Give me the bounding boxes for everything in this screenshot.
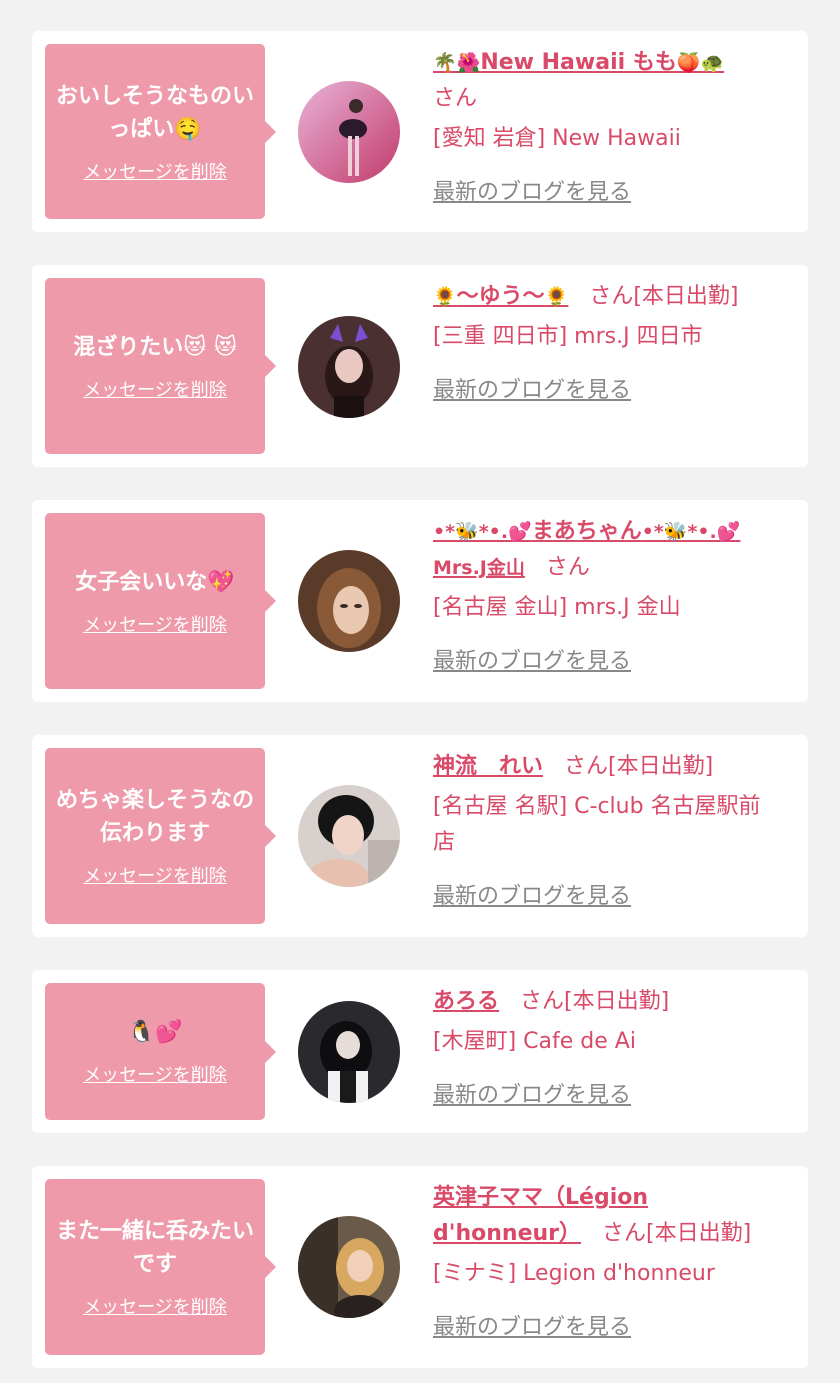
sender-info: 🌴🌺New Hawaii もも🍑🐢 さん [愛知 岩倉] New Hawaii … — [433, 45, 778, 211]
sender-name-link[interactable]: 🌴🌺New Hawaii もも🍑🐢 — [433, 50, 724, 75]
delete-message-button[interactable]: メッセージを削除 — [83, 376, 227, 402]
sender-info: あろる さん[本日出勤] [木屋町] Cafe de Ai 最新のブログを見る — [433, 984, 778, 1114]
message-card: おいしそうなものいっぱい🤤 メッセージを削除 🌴🌺New Hawaii もも🍑🐢… — [32, 31, 808, 232]
avatar[interactable] — [298, 81, 400, 183]
message-text: 混ざりたい😻 😻 — [73, 334, 237, 360]
sender-status: さん — [433, 86, 478, 111]
sender-status: さん[本日出勤] — [589, 284, 739, 309]
message-bubble: また一緒に呑みたいです メッセージを削除 — [45, 1179, 265, 1355]
sender-status: さん — [545, 555, 590, 580]
message-text: 🐧💕 — [127, 1020, 183, 1045]
sender-status: さん[本日出勤] — [602, 1221, 752, 1246]
message-text: めちゃ楽しそうなの伝わります — [55, 788, 254, 846]
sender-status: さん[本日出勤] — [520, 989, 670, 1014]
latest-blog-link[interactable]: 最新のブログを見る — [433, 879, 631, 915]
message-card: 混ざりたい😻 😻 メッセージを削除 🌻〜ゆう〜🌻 さん[本日出勤] [三重 四日… — [32, 265, 808, 467]
delete-message-button[interactable]: メッセージを削除 — [83, 158, 227, 184]
message-card: 女子会いいな💖 メッセージを削除 •*🐝*•.💕まあちゃん•*🐝*•.💕Mrs.… — [32, 500, 808, 702]
message-text: おいしそうなものいっぱい🤤 — [55, 83, 254, 142]
latest-blog-link[interactable]: 最新のブログを見る — [433, 373, 631, 409]
message-list: おいしそうなものいっぱい🤤 メッセージを削除 🌴🌺New Hawaii もも🍑🐢… — [0, 0, 840, 1368]
sender-name-link[interactable]: 🌻〜ゆう〜🌻 — [433, 284, 568, 309]
latest-blog-link[interactable]: 最新のブログを見る — [433, 1078, 631, 1114]
sender-info: 🌻〜ゆう〜🌻 さん[本日出勤] [三重 四日市] mrs.J 四日市 最新のブロ… — [433, 279, 778, 409]
message-card: 🐧💕 メッセージを削除 あろる さん[本日出勤] [木屋町] Cafe de A… — [32, 970, 808, 1133]
delete-message-button[interactable]: メッセージを削除 — [83, 611, 227, 637]
sender-name-link[interactable]: 神流 れい — [433, 754, 543, 779]
latest-blog-link[interactable]: 最新のブログを見る — [433, 175, 631, 211]
latest-blog-link[interactable]: 最新のブログを見る — [433, 644, 631, 680]
shop-label: [名古屋 名駅] C-club 名古屋駅前店 — [433, 794, 761, 855]
shop-label: [木屋町] Cafe de Ai — [433, 1029, 636, 1054]
sender-info: •*🐝*•.💕まあちゃん•*🐝*•.💕Mrs.J金山 さん [名古屋 金山] m… — [433, 514, 778, 680]
sender-info: 神流 れい さん[本日出勤] [名古屋 名駅] C-club 名古屋駅前店 最新… — [433, 749, 778, 915]
message-text: 女子会いいな💖 — [75, 569, 235, 595]
avatar[interactable] — [298, 1001, 400, 1103]
latest-blog-link[interactable]: 最新のブログを見る — [433, 1310, 631, 1346]
message-bubble: 女子会いいな💖 メッセージを削除 — [45, 513, 265, 689]
sender-name-link[interactable]: あろる — [433, 989, 499, 1014]
avatar[interactable] — [298, 550, 400, 652]
shop-label: [ミナミ] Legion d'honneur — [433, 1261, 715, 1286]
delete-message-button[interactable]: メッセージを削除 — [83, 1061, 227, 1087]
avatar[interactable] — [298, 785, 400, 887]
sender-status: さん[本日出勤] — [564, 754, 714, 779]
avatar[interactable] — [298, 1216, 400, 1318]
message-bubble: 🐧💕 メッセージを削除 — [45, 983, 265, 1120]
sender-info: 英津子ママ（Légion d'honneur） さん[本日出勤] [ミナミ] L… — [433, 1180, 778, 1346]
message-text: また一緒に呑みたいです — [55, 1219, 254, 1277]
message-bubble: おいしそうなものいっぱい🤤 メッセージを削除 — [45, 44, 265, 219]
shop-label: [愛知 岩倉] New Hawaii — [433, 126, 681, 151]
message-card: また一緒に呑みたいです メッセージを削除 英津子ママ（Légion d'honn… — [32, 1166, 808, 1368]
shop-label: [名古屋 金山] mrs.J 金山 — [433, 595, 681, 620]
message-bubble: めちゃ楽しそうなの伝わります メッセージを削除 — [45, 748, 265, 924]
message-bubble: 混ざりたい😻 😻 メッセージを削除 — [45, 278, 265, 454]
shop-label: [三重 四日市] mrs.J 四日市 — [433, 324, 703, 349]
message-card: めちゃ楽しそうなの伝わります メッセージを削除 神流 れい さん[本日出勤] [… — [32, 735, 808, 937]
avatar[interactable] — [298, 316, 400, 418]
delete-message-button[interactable]: メッセージを削除 — [83, 862, 227, 888]
delete-message-button[interactable]: メッセージを削除 — [83, 1293, 227, 1319]
